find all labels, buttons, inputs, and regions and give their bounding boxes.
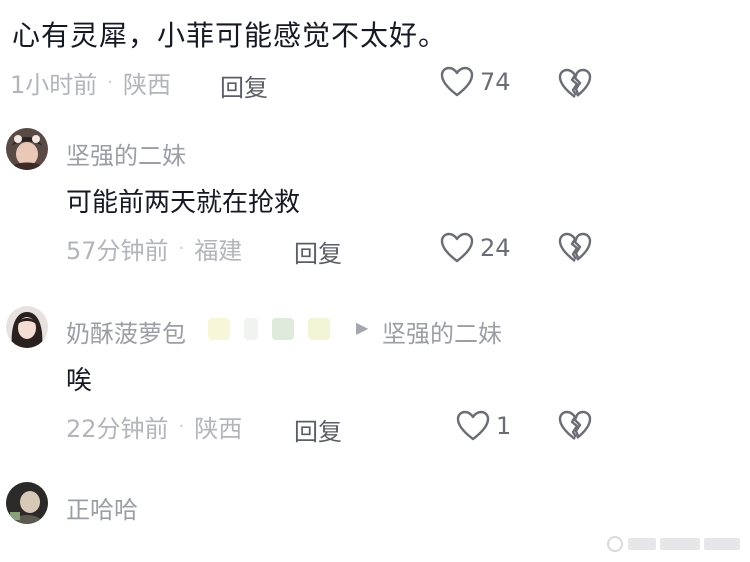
like-button[interactable]: 74 bbox=[440, 66, 511, 98]
reply-button[interactable]: 回复 bbox=[294, 412, 342, 447]
badge-icon bbox=[308, 318, 330, 340]
user-badges bbox=[208, 318, 344, 340]
comment-username[interactable]: 奶酥菠萝包 bbox=[66, 314, 186, 349]
badge-icon bbox=[244, 318, 258, 340]
reply-button[interactable]: 回复 bbox=[294, 234, 342, 269]
tree-badge-icon bbox=[272, 318, 294, 340]
avatar[interactable] bbox=[6, 482, 48, 524]
broken-heart-icon bbox=[558, 410, 592, 440]
heart-outline-icon bbox=[456, 410, 490, 441]
comment-meta: 57分钟前 · 福建 bbox=[66, 228, 242, 268]
reply-target-username[interactable]: 坚强的二妹 bbox=[382, 314, 502, 349]
avatar[interactable] bbox=[6, 306, 48, 348]
separator-dot: · bbox=[178, 415, 185, 437]
watermark-logo-icon bbox=[607, 536, 623, 552]
comment-location: 陕西 bbox=[123, 70, 172, 99]
broken-heart-icon bbox=[558, 232, 592, 262]
top-comment-meta: 1小时前 · 陕西 bbox=[10, 62, 171, 102]
comment-username[interactable]: 坚强的二妹 bbox=[66, 136, 186, 171]
comment-time: 22分钟前 bbox=[66, 414, 169, 443]
top-comment-text: 心有灵犀，小菲可能感觉不太好。 bbox=[12, 19, 448, 52]
comment-time: 57分钟前 bbox=[66, 236, 169, 265]
badge-icon bbox=[208, 318, 230, 340]
like-button[interactable]: 24 bbox=[440, 232, 511, 264]
like-count: 74 bbox=[480, 68, 511, 96]
avatar[interactable] bbox=[6, 128, 48, 170]
comment-location: 陕西 bbox=[194, 414, 243, 443]
comment-text: 唉 bbox=[66, 366, 93, 396]
comment-username[interactable]: 正哈哈 bbox=[66, 490, 138, 525]
comment-meta: 22分钟前 · 陕西 bbox=[66, 406, 242, 446]
triangle-right-icon: ▶ bbox=[356, 318, 369, 337]
reply-button[interactable]: 回复 bbox=[220, 68, 268, 103]
comment-location: 福建 bbox=[194, 236, 243, 265]
separator-dot: · bbox=[107, 71, 114, 93]
like-button[interactable]: 1 bbox=[456, 410, 511, 442]
comment-text: 可能前两天就在抢救 bbox=[66, 188, 301, 218]
dislike-button[interactable] bbox=[558, 232, 592, 268]
watermark bbox=[606, 534, 742, 554]
broken-heart-icon bbox=[558, 68, 592, 98]
separator-dot: · bbox=[178, 237, 185, 259]
comment-time: 1小时前 bbox=[10, 70, 98, 99]
dislike-button[interactable] bbox=[558, 68, 592, 104]
like-count: 1 bbox=[496, 412, 512, 440]
like-count: 24 bbox=[480, 234, 511, 262]
dislike-button[interactable] bbox=[558, 410, 592, 446]
heart-outline-icon bbox=[440, 232, 474, 263]
heart-outline-icon bbox=[440, 66, 474, 97]
